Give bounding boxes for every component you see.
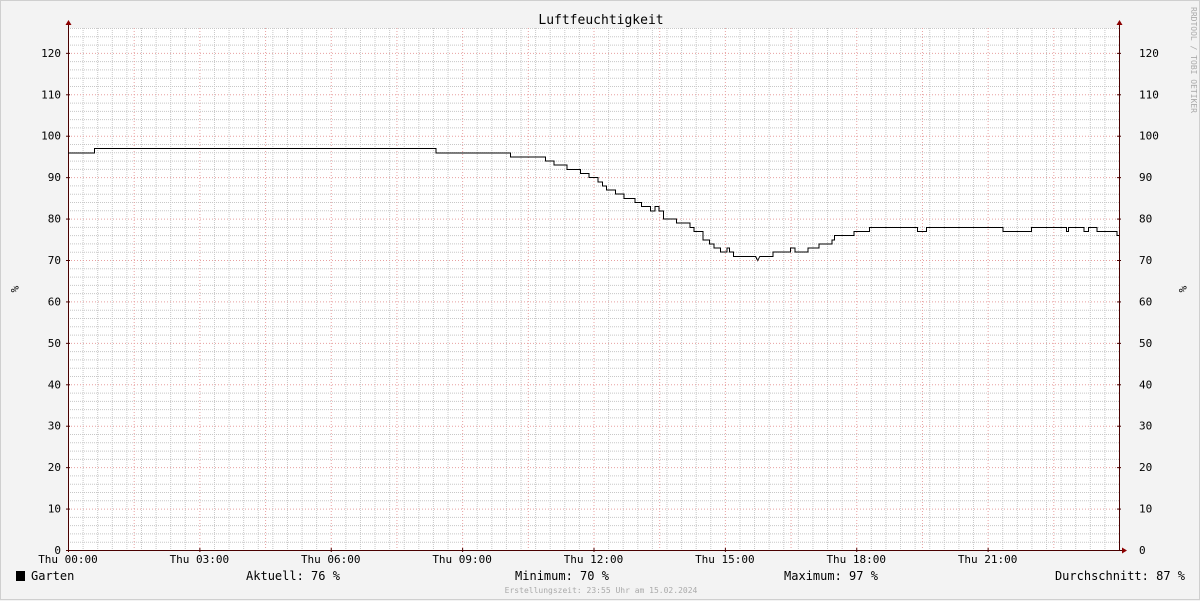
x-tick-label: Thu 21:00 [958,553,1018,566]
y-tick-label-left: 70 [48,254,61,267]
legend-stat-current: Aktuell: 76 % [246,569,341,583]
y-tick-label-right: 20 [1139,461,1152,474]
y-tick-label-left: 80 [48,213,61,226]
x-tick-label: Thu 15:00 [695,553,755,566]
y-tick-label-right: 80 [1139,213,1152,226]
y-tick-label-right: 100 [1139,130,1159,143]
y-tick-label-right: 70 [1139,254,1152,267]
x-tick-label: Thu 06:00 [301,553,361,566]
legend-swatch [16,571,25,581]
y-axis-arrow-right [1116,20,1123,25]
x-tick-label: Thu 09:00 [432,553,492,566]
y-tick-label-right: 110 [1139,88,1159,101]
y-tick-label-left: 50 [48,337,61,350]
chart-frame: Luftfeuchtigkeit % % RRDTOOL / TOBI OETI… [0,0,1200,600]
footer-timestamp: Erstellungszeit: 23:55 Uhr am 15.02.2024 [505,586,698,595]
y-tick-label-left: 60 [48,295,61,308]
x-axis-arrow [1122,547,1127,554]
y-tick-label-left: 110 [41,88,61,101]
y-tick-label-right: 0 [1139,544,1146,557]
legend-stat-average: Durchschnitt: 87 % [1055,569,1186,583]
x-tick-label: Thu 03:00 [170,553,230,566]
y-tick-label-right: 30 [1139,420,1152,433]
y-tick-label-right: 50 [1139,337,1152,350]
chart-svg: Luftfeuchtigkeit % % RRDTOOL / TOBI OETI… [8,7,1198,595]
y-axis-label-left: % [8,286,21,293]
y-tick-label-left: 20 [48,461,61,474]
y-tick-label-left: 90 [48,171,61,184]
x-tick-label: Thu 18:00 [826,553,886,566]
y-tick-label-left: 100 [41,130,61,143]
chart-title: Luftfeuchtigkeit [538,13,663,28]
y-axis-label-right: % [1176,286,1189,293]
y-tick-label-left: 120 [41,47,61,60]
legend-stat-minimum: Minimum: 70 % [515,569,610,583]
x-tick-label: Thu 12:00 [564,553,624,566]
y-tick-label-left: 30 [48,420,61,433]
y-tick-label-right: 120 [1139,47,1159,60]
y-tick-label-left: 40 [48,378,61,391]
y-tick-label-right: 60 [1139,295,1152,308]
y-tick-label-right: 90 [1139,171,1152,184]
watermark: RRDTOOL / TOBI OETIKER [1189,7,1198,113]
y-tick-label-right: 40 [1139,378,1152,391]
y-axis-arrow-left [65,20,72,25]
legend-stat-maximum: Maximum: 97 % [784,569,879,583]
y-tick-label-right: 10 [1139,503,1152,516]
x-tick-label: Thu 00:00 [38,553,98,566]
y-tick-label-left: 10 [48,503,61,516]
legend-series-label: Garten [31,569,74,583]
